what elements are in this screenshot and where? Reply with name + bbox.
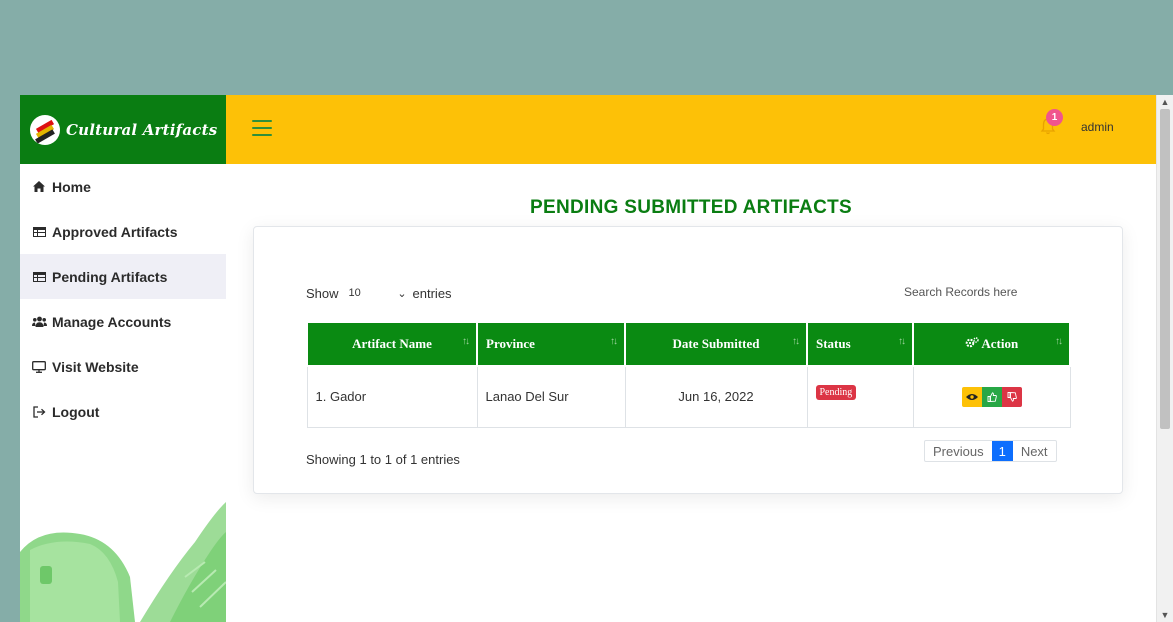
sort-arrows-icon: ↑↓ xyxy=(792,336,800,347)
chevron-down-icon: ⌄ xyxy=(397,288,407,300)
desktop-icon xyxy=(30,360,48,373)
pagination: Previous 1 Next xyxy=(924,440,1057,462)
eye-icon xyxy=(965,393,978,400)
pagination-next[interactable]: Next xyxy=(1013,441,1056,461)
page-title: PENDING SUBMITTED ARTIFACTS xyxy=(530,197,852,218)
page-length-control: Show 10 ⌄ entries xyxy=(306,286,452,301)
column-header-artifact-name[interactable]: Artifact Name ↑↓ xyxy=(306,321,478,367)
sidebar-item-label: Logout xyxy=(52,403,100,420)
sort-arrows-icon: ↑↓ xyxy=(898,336,906,347)
table-row: 1. Gador Lanao Del Sur Jun 16, 2022 Pend… xyxy=(306,365,1071,428)
sidebar-item-label: Pending Artifacts xyxy=(52,268,168,285)
column-header-date-submitted[interactable]: Date Submitted ↑↓ xyxy=(624,321,808,367)
sidebar-item-home[interactable]: Home xyxy=(20,164,226,209)
cell-status: Pending xyxy=(806,365,914,428)
sidebar-item-logout[interactable]: Logout xyxy=(20,389,226,434)
thumbs-up-icon xyxy=(987,392,997,402)
view-button[interactable] xyxy=(961,386,982,407)
status-badge: Pending xyxy=(815,385,857,400)
scroll-thumb[interactable] xyxy=(1160,109,1170,429)
books-logo-icon xyxy=(30,114,60,145)
logout-icon xyxy=(30,405,48,418)
cell-actions xyxy=(912,365,1071,428)
sidebar-item-pending-artifacts[interactable]: Pending Artifacts xyxy=(20,254,226,299)
scroll-up-arrow-icon[interactable]: ▲ xyxy=(1157,95,1173,109)
page-length-select[interactable]: 10 ⌄ xyxy=(349,287,407,300)
user-menu[interactable]: admin xyxy=(1081,120,1114,134)
approve-button[interactable] xyxy=(981,386,1002,407)
brand[interactable]: Cultural Artifacts xyxy=(20,95,226,164)
sidebar-item-label: Visit Website xyxy=(52,358,139,375)
users-icon xyxy=(30,316,48,327)
app-window: Cultural Artifacts 1 admin Home Approved… xyxy=(20,95,1173,622)
thumbs-down-icon xyxy=(1007,391,1017,402)
sidebar-item-label: Home xyxy=(52,178,91,195)
gears-icon xyxy=(965,336,982,351)
cell-province: Lanao Del Sur xyxy=(476,365,626,428)
sidebar-item-manage-accounts[interactable]: Manage Accounts xyxy=(20,299,226,344)
search-input[interactable] xyxy=(904,285,1054,299)
home-icon xyxy=(30,181,48,192)
cell-date-submitted: Jun 16, 2022 xyxy=(624,365,808,428)
show-label: Show xyxy=(306,286,339,301)
sidebar-item-label: Approved Artifacts xyxy=(52,223,178,240)
sidebar: Home Approved Artifacts Pending Artifact… xyxy=(20,164,226,622)
sort-arrows-icon: ↑↓ xyxy=(462,336,470,347)
artifact-illustration-icon xyxy=(20,502,226,622)
sort-arrows-icon: ↑↓ xyxy=(1055,336,1063,347)
sidebar-item-label: Manage Accounts xyxy=(52,313,172,330)
table-info-text: Showing 1 to 1 of 1 entries xyxy=(306,452,460,467)
entries-label: entries xyxy=(412,286,452,301)
table-header-row: Artifact Name ↑↓ Province ↑↓ Date Submit… xyxy=(306,321,1071,367)
sort-arrows-icon: ↑↓ xyxy=(610,336,618,347)
notification-bell-icon[interactable]: 1 xyxy=(1040,109,1063,135)
pending-artifacts-table: Artifact Name ↑↓ Province ↑↓ Date Submit… xyxy=(306,321,1071,428)
notification-badge: 1 xyxy=(1046,109,1063,126)
brand-title: Cultural Artifacts xyxy=(66,120,218,139)
reject-button[interactable] xyxy=(1001,386,1022,407)
table-icon xyxy=(30,271,48,282)
pagination-previous[interactable]: Previous xyxy=(925,441,992,461)
scroll-down-arrow-icon[interactable]: ▼ xyxy=(1157,608,1173,622)
cell-artifact-name: 1. Gador xyxy=(306,365,478,428)
top-navbar: 1 admin xyxy=(226,95,1173,164)
column-header-province[interactable]: Province ↑↓ xyxy=(476,321,626,367)
menu-toggle-icon[interactable] xyxy=(252,120,272,136)
action-button-group xyxy=(961,386,1022,407)
table-icon xyxy=(30,226,48,237)
sidebar-item-approved-artifacts[interactable]: Approved Artifacts xyxy=(20,209,226,254)
page-length-value: 10 xyxy=(348,287,361,299)
records-card: Show 10 ⌄ entries Artifact Name ↑↓ Provi… xyxy=(253,226,1123,494)
sidebar-item-visit-website[interactable]: Visit Website xyxy=(20,344,226,389)
vertical-scrollbar[interactable]: ▲ ▼ xyxy=(1156,95,1173,622)
column-header-status[interactable]: Status ↑↓ xyxy=(806,321,914,367)
pagination-page-1[interactable]: 1 xyxy=(991,441,1013,461)
column-header-action[interactable]: Action ↑↓ xyxy=(912,321,1071,367)
